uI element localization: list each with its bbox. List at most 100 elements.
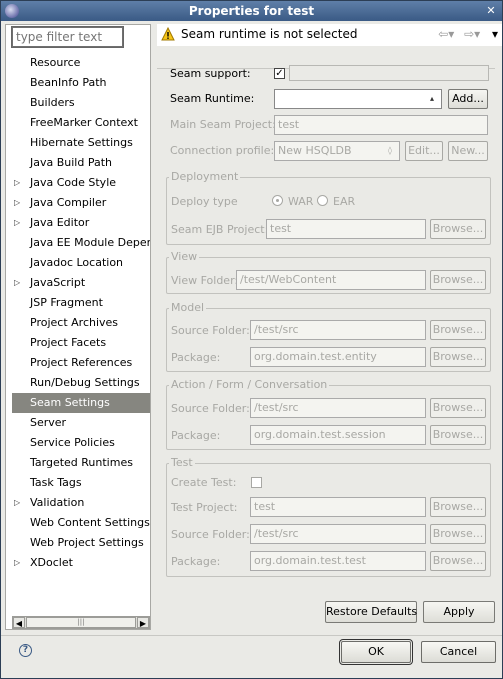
test-project-label: Test Project:: [171, 501, 238, 514]
view-menu-icon[interactable]: ▾: [492, 27, 498, 41]
tree-item-label: Hibernate Settings: [30, 136, 133, 149]
tree-item-label: Project Archives: [30, 316, 119, 329]
seam-settings-page: Seam runtime is not selected ⇦▾ ⇨▾ ▾ Sea…: [152, 24, 502, 630]
updown-arrow-icon[interactable]: ▴: [425, 91, 439, 107]
view-folder-field[interactable]: /test/WebContent: [236, 270, 426, 290]
action-source-browse-button[interactable]: Browse...: [430, 398, 486, 418]
tree-item[interactable]: ▷ JavaScript: [6, 273, 150, 293]
horizontal-scrollbar[interactable]: ◀ ||| ▶: [12, 616, 150, 629]
expand-arrow-icon[interactable]: ▷: [14, 173, 24, 193]
action-package-field[interactable]: org.domain.test.session: [250, 425, 426, 445]
deploy-type-label: Deploy type: [171, 195, 238, 208]
tree-item[interactable]: Hibernate Settings: [6, 133, 150, 153]
model-package-field[interactable]: org.domain.test.entity: [250, 347, 426, 367]
model-package-label: Package:: [171, 351, 221, 364]
ejb-browse-button[interactable]: Browse...: [430, 219, 486, 239]
create-test-checkbox[interactable]: [251, 477, 262, 488]
expand-arrow-icon[interactable]: ▷: [14, 193, 24, 213]
war-radio[interactable]: [272, 195, 283, 206]
model-source-folder-field[interactable]: /test/src: [250, 320, 426, 340]
tree-item[interactable]: Project References: [6, 353, 150, 373]
tree-item-label: XDoclet: [30, 556, 73, 569]
seam-support-checkbox[interactable]: ✓: [274, 68, 285, 79]
help-icon[interactable]: ?: [19, 644, 32, 657]
tree-item[interactable]: Seam Settings: [12, 393, 150, 413]
tree-item[interactable]: Project Archives: [6, 313, 150, 333]
view-folder-label: View Folder:: [171, 274, 239, 287]
model-source-browse-button[interactable]: Browse...: [430, 320, 486, 340]
scroll-thumb[interactable]: |||: [26, 617, 136, 628]
tree-item[interactable]: Project Facets: [6, 333, 150, 353]
tree-item[interactable]: ▷ Java Editor: [6, 213, 150, 233]
warning-icon: [161, 27, 175, 41]
action-package-label: Package:: [171, 429, 221, 442]
view-browse-button[interactable]: Browse...: [430, 270, 486, 290]
test-group-title: Test: [169, 456, 195, 469]
page-nav: ⇦▾ ⇨▾ ▾: [438, 27, 498, 41]
tree-item[interactable]: Java EE Module Depend: [6, 233, 150, 253]
tree-item[interactable]: Resource: [6, 53, 150, 73]
tree-item[interactable]: Javadoc Location: [6, 253, 150, 273]
tree-item[interactable]: Targeted Runtimes: [6, 453, 150, 473]
connection-profile-value: New HSQLDB: [278, 144, 352, 157]
tree-item[interactable]: ▷ Java Compiler: [6, 193, 150, 213]
tree-item-label: Service Policies: [30, 436, 115, 449]
test-package-field[interactable]: org.domain.test.test: [250, 551, 426, 571]
tree-item[interactable]: Web Project Settings: [6, 533, 150, 553]
expand-arrow-icon[interactable]: ▷: [14, 273, 24, 293]
edit-connection-button[interactable]: Edit...: [405, 141, 443, 161]
create-test-label: Create Test:: [171, 476, 237, 489]
tree-item[interactable]: FreeMarker Context: [6, 113, 150, 133]
tree-item-label: Run/Debug Settings: [30, 376, 140, 389]
add-runtime-button[interactable]: Add...: [448, 89, 488, 109]
action-package-browse-button[interactable]: Browse...: [430, 425, 486, 445]
test-source-folder-field[interactable]: /test/src: [250, 524, 426, 544]
apply-button[interactable]: Apply: [423, 601, 495, 623]
test-project-field[interactable]: test: [250, 497, 426, 517]
test-source-folder-label: Source Folder:: [171, 528, 250, 541]
cancel-button[interactable]: Cancel: [421, 641, 496, 663]
new-connection-button[interactable]: New...: [448, 141, 488, 161]
filter-input[interactable]: [11, 26, 124, 48]
tree-item[interactable]: Web Content Settings: [6, 513, 150, 533]
seam-ejb-project-field[interactable]: test: [266, 219, 426, 239]
tree-item-label: JavaScript: [30, 276, 86, 289]
tree-item[interactable]: ▷ Java Code Style: [6, 173, 150, 193]
scroll-right-icon[interactable]: ▶: [137, 617, 149, 628]
model-package-browse-button[interactable]: Browse...: [430, 347, 486, 367]
action-source-folder-field[interactable]: /test/src: [250, 398, 426, 418]
window-title: Properties for test: [188, 4, 315, 18]
tree-item[interactable]: Builders: [6, 93, 150, 113]
seam-runtime-dropdown[interactable]: ▴: [274, 89, 442, 109]
expand-arrow-icon[interactable]: ▷: [14, 553, 24, 573]
test-package-browse-button[interactable]: Browse...: [430, 551, 486, 571]
tree-item[interactable]: Task Tags: [6, 473, 150, 493]
seam-runtime-label: Seam Runtime:: [170, 92, 255, 105]
ok-button[interactable]: OK: [339, 639, 413, 665]
forward-icon[interactable]: ⇨▾: [464, 27, 480, 41]
connection-profile-dropdown[interactable]: New HSQLDB ◊: [274, 141, 400, 161]
tree-item[interactable]: Server: [6, 413, 150, 433]
ear-label: EAR: [333, 195, 356, 208]
tree-item[interactable]: Java Build Path: [6, 153, 150, 173]
restore-defaults-button[interactable]: Restore Defaults: [325, 601, 417, 623]
title-bar[interactable]: Properties for test ✕: [1, 1, 502, 21]
back-icon[interactable]: ⇦▾: [438, 27, 454, 41]
tree-item[interactable]: JSP Fragment: [6, 293, 150, 313]
close-window-icon[interactable]: ✕: [484, 4, 498, 18]
tree-item-label: Web Content Settings: [30, 516, 150, 529]
tree-item[interactable]: BeanInfo Path: [6, 73, 150, 93]
test-project-browse-button[interactable]: Browse...: [430, 497, 486, 517]
tree-item[interactable]: Run/Debug Settings: [6, 373, 150, 393]
tree-item[interactable]: ▷ Validation: [6, 493, 150, 513]
tree-item[interactable]: ▷ XDoclet: [6, 553, 150, 573]
bottom-separator: [1, 635, 502, 636]
tree-item[interactable]: Service Policies: [6, 433, 150, 453]
main-project-field[interactable]: test: [274, 115, 488, 135]
test-source-browse-button[interactable]: Browse...: [430, 524, 486, 544]
scroll-left-icon[interactable]: ◀: [13, 617, 25, 628]
expand-arrow-icon[interactable]: ▷: [14, 493, 24, 513]
ear-radio[interactable]: [317, 195, 328, 206]
expand-arrow-icon[interactable]: ▷: [14, 213, 24, 233]
war-label: WAR: [288, 195, 314, 208]
